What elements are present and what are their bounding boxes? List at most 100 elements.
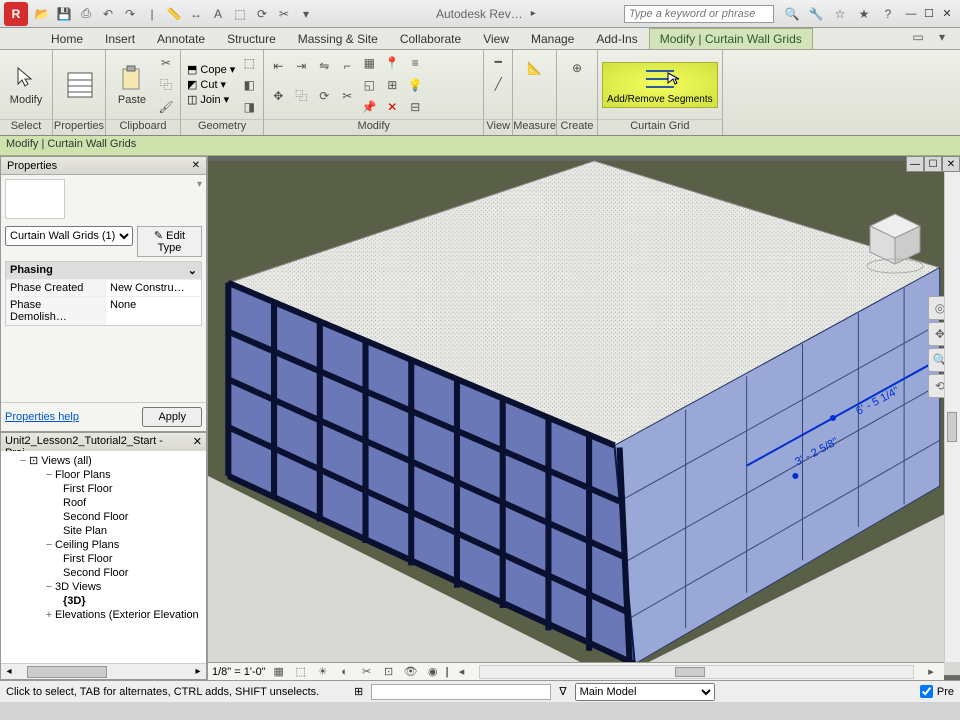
view-cube[interactable]: [860, 206, 930, 276]
crop-icon[interactable]: ✂: [358, 664, 376, 680]
hscroll-left-icon[interactable]: ◂: [453, 664, 471, 680]
move-icon[interactable]: ✥: [268, 86, 288, 106]
edit-type-button[interactable]: ✎ Edit Type: [137, 226, 202, 257]
tree-node-ceilingplans[interactable]: −Ceiling Plans: [3, 538, 204, 552]
qat-section-icon[interactable]: ✂: [274, 4, 294, 24]
tree-node-active[interactable]: {3D}: [3, 594, 204, 608]
tab-annotate[interactable]: Annotate: [146, 28, 216, 49]
app-menu-button[interactable]: R: [4, 2, 28, 26]
qat-open-icon[interactable]: 📂: [32, 4, 52, 24]
ext-icon[interactable]: ≡: [405, 53, 425, 73]
maximize-button[interactable]: ☐: [920, 6, 938, 22]
create-icon[interactable]: ⊕: [561, 52, 593, 84]
press-drag-checkbox[interactable]: [920, 685, 933, 698]
ribbon-min-icon[interactable]: ▭: [908, 27, 928, 47]
design-options-select[interactable]: Main Model: [575, 683, 715, 701]
scroll-left-icon[interactable]: ◂: [1, 666, 17, 677]
help-icon[interactable]: ?: [878, 4, 898, 24]
qat-redo-icon[interactable]: ↷: [120, 4, 140, 24]
rotate-icon[interactable]: ⟳: [314, 86, 334, 106]
qat-measure-icon[interactable]: 📏: [164, 4, 184, 24]
modify-button[interactable]: Modify: [4, 62, 48, 108]
qat-text-icon[interactable]: A: [208, 4, 228, 24]
star-icon[interactable]: ☆: [830, 4, 850, 24]
tree-node-views[interactable]: −⊡ Views (all): [3, 453, 204, 468]
delete-icon[interactable]: ✕: [382, 97, 402, 117]
tree-node[interactable]: Roof: [3, 496, 204, 510]
tab-view[interactable]: View: [472, 28, 520, 49]
tree-node-elevations[interactable]: +Elevations (Exterior Elevation: [3, 608, 204, 622]
view-diag-icon[interactable]: ╱: [488, 74, 508, 94]
scale-icon[interactable]: ◱: [359, 75, 379, 95]
properties-header[interactable]: Properties ✕: [1, 157, 206, 175]
type-dd-icon[interactable]: ▾: [197, 179, 202, 190]
browser-close-icon[interactable]: ✕: [193, 435, 202, 449]
drawing-area[interactable]: — ☐ ✕: [208, 156, 960, 680]
qat-3d-icon[interactable]: ⬚: [230, 4, 250, 24]
pin-icon[interactable]: 📌: [359, 97, 379, 117]
copy-small-icon[interactable]: ⿻: [156, 75, 176, 95]
qat-switch-icon[interactable]: ▾: [296, 4, 316, 24]
close-button[interactable]: ✕: [938, 6, 956, 22]
align-icon[interactable]: ⇤: [268, 56, 288, 76]
offset-icon[interactable]: ⇥: [291, 56, 311, 76]
tab-manage[interactable]: Manage: [520, 28, 585, 49]
qat-save-icon[interactable]: 💾: [54, 4, 74, 24]
tree-node[interactable]: Site Plan: [3, 524, 204, 538]
tab-collaborate[interactable]: Collaborate: [389, 28, 472, 49]
tree-node[interactable]: Second Floor: [3, 566, 204, 580]
view-hline-icon[interactable]: ━: [488, 52, 508, 72]
add-remove-segments-button[interactable]: Add/Remove Segments: [602, 62, 718, 108]
qat-sync-icon[interactable]: ⟳: [252, 4, 272, 24]
join-button[interactable]: ◫Join ▾: [185, 92, 237, 107]
key-icon[interactable]: 🔧: [806, 4, 826, 24]
vscroll-thumb[interactable]: [947, 412, 957, 442]
view-max-button[interactable]: ☐: [924, 156, 942, 172]
tree-node-floorplans[interactable]: −Floor Plans: [3, 468, 204, 482]
light-icon[interactable]: 💡: [405, 75, 425, 95]
tree-node-3dviews[interactable]: −3D Views: [3, 580, 204, 594]
view-min-button[interactable]: —: [906, 156, 924, 172]
split-icon[interactable]: ✂: [337, 86, 357, 106]
tab-modify-contextual[interactable]: Modify | Curtain Wall Grids: [649, 28, 813, 49]
canvas[interactable]: 6' - 5 1/4" 3' - 2 5/8": [208, 156, 960, 680]
tree-node[interactable]: First Floor: [3, 552, 204, 566]
trim-icon[interactable]: ⌐: [337, 56, 357, 76]
tab-massing-site[interactable]: Massing & Site: [287, 28, 389, 49]
view-close-button[interactable]: ✕: [942, 156, 960, 172]
array-icon[interactable]: ▦: [359, 53, 379, 73]
favorite-icon[interactable]: ★: [854, 4, 874, 24]
search-box[interactable]: [624, 4, 774, 23]
browser-hscroll[interactable]: ◂ ▸: [1, 663, 206, 679]
type-selector[interactable]: Curtain Wall Grids (1): [5, 226, 133, 246]
apply-button[interactable]: Apply: [142, 407, 202, 427]
cut-geom-button[interactable]: ◩Cut ▾: [185, 77, 237, 92]
binoculars-icon[interactable]: 🔍: [782, 4, 802, 24]
geom-ext3-icon[interactable]: ◨: [239, 97, 259, 117]
view-hscroll[interactable]: [479, 665, 915, 679]
prop-row[interactable]: Phase CreatedNew Constru…: [6, 279, 201, 296]
detail-level-icon[interactable]: ▦: [270, 664, 288, 680]
hscroll-right-icon[interactable]: ▸: [922, 664, 940, 680]
ext2-icon[interactable]: ⊟: [405, 97, 425, 117]
browser-header[interactable]: Unit2_Lesson2_Tutorial2_Start - Proj…✕: [1, 433, 206, 451]
shadows-icon[interactable]: ◐: [336, 664, 354, 680]
group-icon[interactable]: ⊞: [382, 75, 402, 95]
qat-print-icon[interactable]: ⎙: [76, 4, 96, 24]
hide-icon[interactable]: 👁: [402, 664, 420, 680]
prop-row[interactable]: Phase Demolish…None: [6, 296, 201, 325]
properties-button[interactable]: [57, 69, 101, 101]
paste-button[interactable]: Paste: [110, 62, 154, 108]
search-input[interactable]: [624, 5, 774, 23]
sun-path-icon[interactable]: ☀: [314, 664, 332, 680]
qat-dim-icon[interactable]: ↔: [186, 4, 206, 24]
palette-close-icon[interactable]: ✕: [192, 160, 200, 171]
selection-filter[interactable]: [371, 684, 551, 700]
filter-icon[interactable]: ∇: [559, 685, 566, 698]
scale-label[interactable]: 1/8" = 1'-0": [212, 666, 266, 678]
group-header-phasing[interactable]: Phasing⌄: [6, 262, 201, 279]
properties-help-link[interactable]: Properties help: [5, 411, 79, 423]
tab-home[interactable]: Home: [40, 28, 94, 49]
mirror-icon[interactable]: ⇋: [314, 56, 334, 76]
hscroll-thumb[interactable]: [675, 667, 705, 677]
